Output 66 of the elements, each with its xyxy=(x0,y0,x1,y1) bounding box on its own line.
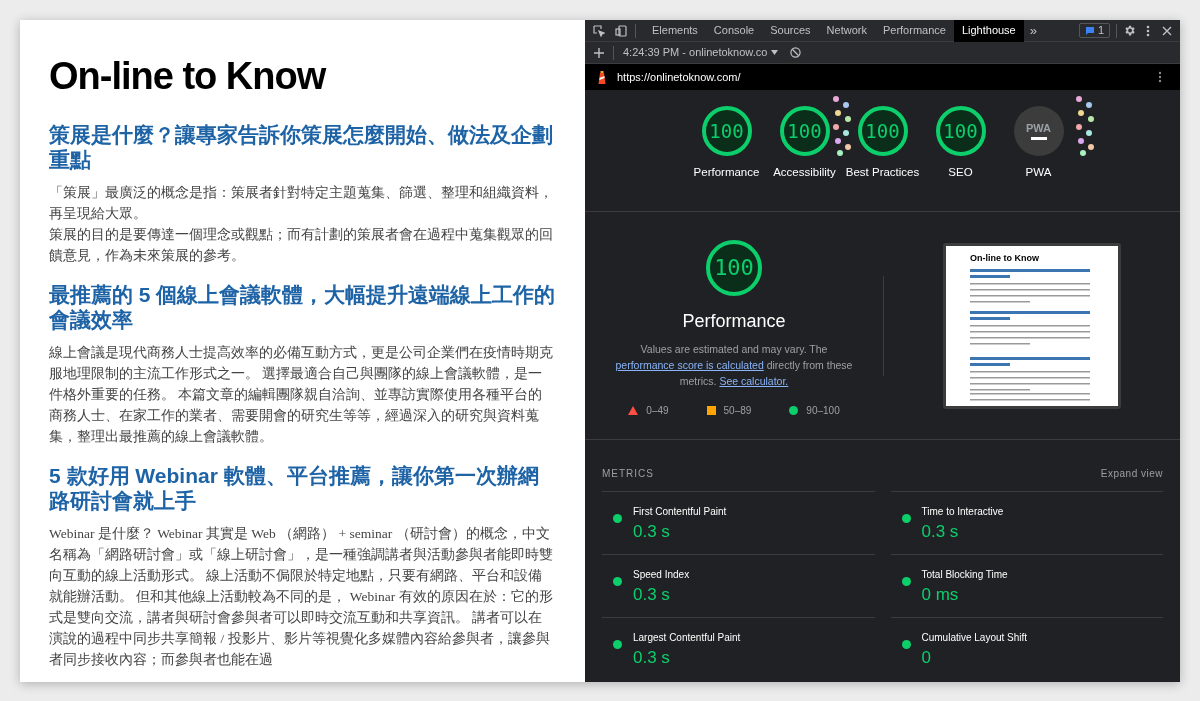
report-url: https://onlinetoknow.com/ xyxy=(617,69,741,85)
devtools-tab[interactable]: Network xyxy=(818,20,875,42)
confetti-drawing xyxy=(1073,94,1096,158)
block-icon[interactable] xyxy=(790,47,802,58)
legend-range: 90–100 xyxy=(806,403,840,418)
gauge-score: PWA xyxy=(1025,122,1052,134)
more-options-icon[interactable] xyxy=(1158,71,1162,83)
gauge-label: Accessibility xyxy=(773,165,836,180)
gauge-label: PWA xyxy=(1025,165,1052,180)
article-paragraph: 策展的目的是要傳達一個理念或觀點；而有計劃的策展者會在過程中蒐集觀眾的回饋意見，作為未來策展的參考。 xyxy=(49,226,554,265)
legend-range: 0–49 xyxy=(646,403,669,418)
caret-icon xyxy=(771,50,779,55)
metric-value: 0 ms xyxy=(921,584,960,606)
devtools-tab[interactable]: Performance xyxy=(874,20,954,42)
metric-name: Total Blocking Time xyxy=(921,568,1008,582)
devtools-tab[interactable]: Sources xyxy=(762,20,819,42)
gauge-label: SEO xyxy=(948,165,973,180)
metric-name: Largest Contentful Paint xyxy=(633,631,741,645)
metric-name: Speed Index xyxy=(633,568,690,582)
settings-icon[interactable] xyxy=(1123,24,1136,37)
issues-badge[interactable]: 1 xyxy=(1078,23,1110,38)
confetti-drawing xyxy=(830,94,853,158)
article-heading: 最推薦的 5 個線上會議軟體，大幅提升遠端線上工作的會議效率 xyxy=(49,282,556,332)
metric-value: 0.3 s xyxy=(633,647,671,669)
article-paragraph: 「策展」最廣泛的概念是指：策展者針對特定主題蒐集、篩選、整理和組織資料，再呈現給大眾。 xyxy=(49,184,554,223)
category-title: Performance xyxy=(682,309,786,333)
score-gauge: 100 xyxy=(701,106,752,156)
site-title: On-line to Know xyxy=(49,54,327,98)
calculator-link[interactable]: See calculator. xyxy=(719,374,789,387)
article-heading: 策展是什麼？讓專家告訴你策展怎麼開始、做法及企劃重點 xyxy=(49,122,554,172)
legend-range: 50–89 xyxy=(723,403,752,418)
score-gauge: 100 xyxy=(779,106,830,156)
score-gauge: 100 xyxy=(857,106,908,156)
score-link[interactable]: performance score is calculated xyxy=(615,358,764,371)
device-icon[interactable] xyxy=(615,24,627,37)
more-tabs-button[interactable]: » xyxy=(1023,20,1043,41)
devtools-tab[interactable]: Elements xyxy=(644,20,706,42)
score-description: Values are estimated and may vary. The performance score is calculated directly from these metrics. See calculator. xyxy=(614,341,854,389)
score-gauge: 100 xyxy=(706,239,762,296)
devtools-tab[interactable]: Console xyxy=(705,20,763,42)
metric-value: 0 xyxy=(921,647,932,669)
triangle-icon xyxy=(628,405,639,415)
metric-value: 0.3 s xyxy=(921,521,960,543)
thumbnail-title: On-line to Know xyxy=(970,251,1040,265)
close-icon[interactable] xyxy=(1162,25,1172,36)
plus-icon[interactable] xyxy=(594,47,604,58)
lighthouse-icon xyxy=(597,70,607,84)
message-icon xyxy=(1084,25,1095,36)
metric-name: Cumulative Layout Shift xyxy=(921,631,1028,645)
article-paragraph: Webinar 是什麼？ Webinar 其實是 Web （網路） + seminar （研討會）的概念，中文名稱為「網路研討會」或「線上研討會」，是一種強調講者與活動參與者能即時雙向互動的線上活動形式。 線上活動不侷限於特定地點，只要有網路、平台和設備就能辦活動。 但和其他線上活動較為不同的是， Webinar 有效的原因在於：它的形式是雙向交流，講者與研討會參與者可以即時交流互動和共享資訊。 講者可以在演說的過程中同步共享簡報 / 投影片、影片等視覺化多媒體內容給參與者，讓參與者同步接收內容；而參與者也能在過 xyxy=(49,525,554,669)
gauge-label: Performance xyxy=(693,165,760,180)
more-options-icon[interactable] xyxy=(1146,24,1150,37)
dash-icon xyxy=(1030,136,1047,140)
metric-name: Time to Interactive xyxy=(921,505,1004,519)
gauge-label: Best Practices xyxy=(845,165,920,180)
inspect-icon[interactable] xyxy=(593,24,605,37)
expand-view-button[interactable]: Expand view xyxy=(1100,466,1163,481)
metrics-heading: METRICS xyxy=(602,467,654,481)
score-gauge: 100 xyxy=(935,106,986,156)
metric-name: First Contentful Paint xyxy=(633,505,727,519)
article-paragraph: 線上會議是現代商務人士提高效率的必備互動方式，更是公司企業們在疫情時期克服地理限制的主流工作形式之一。 選擇最適合自己與團隊的線上會議軟體，是一件格外重要的任務。 本篇文章的編輯團隊親自洽詢、並專訪實際使用各種平台的商務人士、在家工作的業者、需要開會的研究生等等，經過深入的研究與資料蒐集，整理出最推薦的線上會議軟體。 xyxy=(49,344,554,446)
metric-value: 0.3 s xyxy=(633,584,671,606)
square-icon xyxy=(706,405,716,415)
metric-value: 0.3 s xyxy=(633,521,671,543)
article-heading: 5 款好用 Webinar 軟體、平台推薦，讓你第一次辦網路研討會就上手 xyxy=(49,463,540,513)
devtools-tab[interactable]: Lighthouse xyxy=(953,20,1024,42)
